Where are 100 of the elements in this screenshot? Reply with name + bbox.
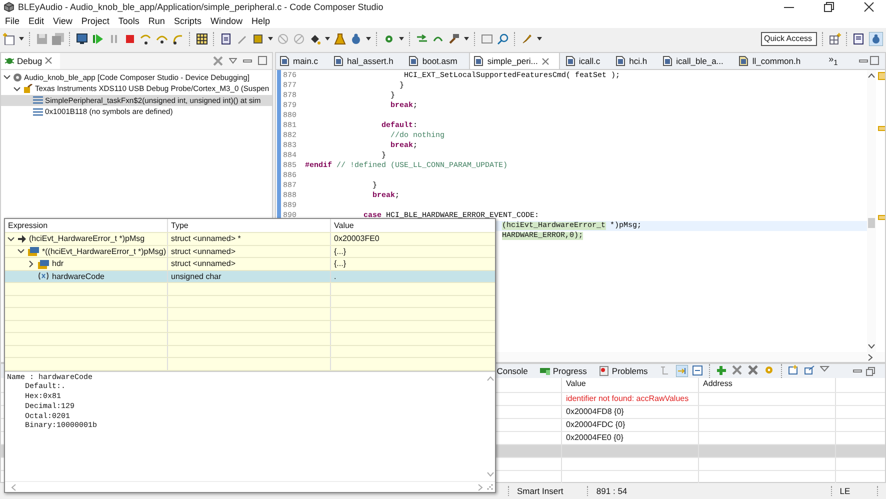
document-icon[interactable] (853, 32, 865, 45)
variable-icon (38, 272, 49, 280)
scrollbar[interactable] (867, 70, 876, 352)
file-icon (280, 56, 289, 66)
status-item: 891 : 54 (587, 486, 831, 496)
editor-tab[interactable]: icall_ble_a... (659, 52, 734, 69)
grid-plus-icon[interactable] (829, 32, 841, 45)
resize-grip-icon[interactable] (487, 484, 493, 490)
play-icon[interactable] (92, 32, 104, 45)
editor-tab[interactable]: icall.c (562, 52, 610, 69)
new-window-icon[interactable] (788, 365, 800, 378)
caret-down-icon[interactable] (19, 36, 24, 41)
collapse-icon[interactable] (692, 365, 704, 378)
struct-icon (28, 246, 39, 256)
plus-icon[interactable] (716, 365, 728, 378)
progress-bar-icon (540, 366, 550, 376)
window-title: BLEyAudio - Audio_knob_ble_app/Application/simple_peripheral.c - Code Composer Studio (18, 2, 384, 12)
remove-all-icon[interactable] (213, 56, 223, 66)
pointer-icon (18, 234, 26, 243)
maximize-icon[interactable] (870, 56, 879, 66)
restore-icon[interactable] (824, 2, 834, 12)
chevron-down-icon[interactable] (13, 84, 21, 93)
editor-tab[interactable]: hci.h (612, 52, 658, 69)
step-into-icon[interactable] (140, 32, 152, 45)
column-header[interactable]: Value (331, 219, 495, 232)
hammer-icon[interactable] (448, 32, 460, 45)
caret-down-icon[interactable] (464, 36, 469, 41)
new-file-icon[interactable] (3, 32, 15, 45)
menu-item[interactable]: View (53, 16, 72, 26)
table-cell: *((hciEvt_HardwareError_t *)pMsg) (42, 246, 166, 257)
scroll-thumb[interactable] (868, 218, 875, 228)
editor-tab[interactable]: hal_assert.h (330, 52, 404, 69)
tab-overflow-button[interactable]: »$_{1}$ (822, 54, 844, 68)
file-icon (409, 56, 418, 66)
window-icon[interactable] (481, 32, 493, 45)
table-cell: struct <unnamed> * (168, 233, 331, 244)
document-icon[interactable] (220, 32, 232, 45)
search-field[interactable]: Quick Access (761, 32, 817, 46)
stop-icon[interactable] (124, 32, 136, 45)
table-cell-text: . (333, 270, 338, 282)
table-row[interactable]: hardwareCode unsigned char . (5, 270, 495, 283)
menu-item[interactable]: Scripts (174, 16, 202, 26)
caret-down-icon[interactable] (325, 36, 330, 41)
editor-tab[interactable]: ll_common.h (735, 52, 811, 69)
menu-item[interactable]: Run (148, 16, 165, 26)
chevron-down-icon[interactable] (3, 73, 11, 82)
scroll-right-icon[interactable] (868, 354, 873, 361)
grid-icon[interactable] (196, 32, 208, 45)
search-icon[interactable] (497, 32, 509, 45)
remove-icon[interactable] (732, 365, 744, 378)
annotation-mark[interactable] (878, 214, 885, 220)
scrollbar[interactable] (5, 481, 495, 492)
column-header[interactable]: Value (562, 378, 699, 392)
editor-tab[interactable]: boot.asm (405, 52, 468, 69)
flask-icon[interactable] (334, 32, 346, 45)
menu-item[interactable]: Help (251, 16, 270, 26)
column-header[interactable]: Type (168, 219, 331, 232)
close-icon[interactable] (864, 2, 874, 12)
scroll-down-icon[interactable] (868, 344, 875, 350)
editor-tab[interactable]: main.c (276, 52, 328, 69)
chevron-right-icon[interactable] (27, 260, 35, 268)
panel-tab[interactable]: Problems (594, 366, 652, 376)
caret-down-icon[interactable] (268, 36, 273, 41)
maximize-icon[interactable] (258, 56, 267, 66)
monitor-icon[interactable] (76, 32, 88, 45)
menu-item[interactable]: Edit (28, 16, 44, 26)
table-row[interactable]: *((hciEvt_HardwareError_t *)pMsg) struct <unnamed> {...} (5, 246, 495, 258)
menu-item[interactable]: Tools (118, 16, 140, 26)
floppy-stack-icon[interactable] (52, 32, 64, 45)
menu-item[interactable]: Window (210, 16, 242, 26)
table-cell-text: {...} (333, 246, 348, 257)
file-icon (616, 56, 626, 66)
annotation-mark[interactable] (878, 126, 885, 131)
table-cell: (hciEvt_HardwareError_t *)pMsg (29, 233, 145, 244)
view-menu-icon[interactable] (229, 58, 237, 64)
scroll-up-icon[interactable] (868, 72, 875, 78)
file-icon (334, 56, 344, 66)
table-cell: 0x20004FDC {0} (562, 419, 699, 432)
menu-item[interactable]: Project (81, 16, 110, 26)
step-return-icon[interactable] (172, 32, 184, 45)
caret-down-icon[interactable] (366, 36, 371, 41)
column-header[interactable]: Address (699, 378, 836, 392)
table-row[interactable]: (hciEvt_HardwareError_t *)pMsg struct <unnamed> * 0x20003FE0 (5, 233, 495, 246)
chevron-down-icon[interactable] (17, 247, 25, 256)
editor-tab[interactable]: simple_peri... (469, 52, 560, 70)
file-icon (566, 56, 575, 66)
remove-all-icon[interactable] (748, 365, 760, 378)
columns-icon[interactable] (676, 365, 688, 378)
panel-tab[interactable]: Progress (536, 366, 591, 376)
view-tab[interactable]: Debug (1, 52, 60, 69)
export-icon[interactable] (804, 365, 816, 378)
menu-item[interactable]: File (5, 16, 20, 26)
error-message: identifier not found: accRawValues (562, 393, 699, 406)
caret-down-icon[interactable] (399, 36, 404, 41)
caret-down-icon[interactable] (537, 36, 542, 41)
scroll-left-icon[interactable] (11, 484, 16, 490)
table-cell: struct <unnamed> (168, 246, 331, 257)
chevron-down-icon[interactable] (7, 234, 15, 243)
table-cell: hdr (52, 258, 64, 270)
column-header[interactable]: Expression (5, 219, 168, 232)
